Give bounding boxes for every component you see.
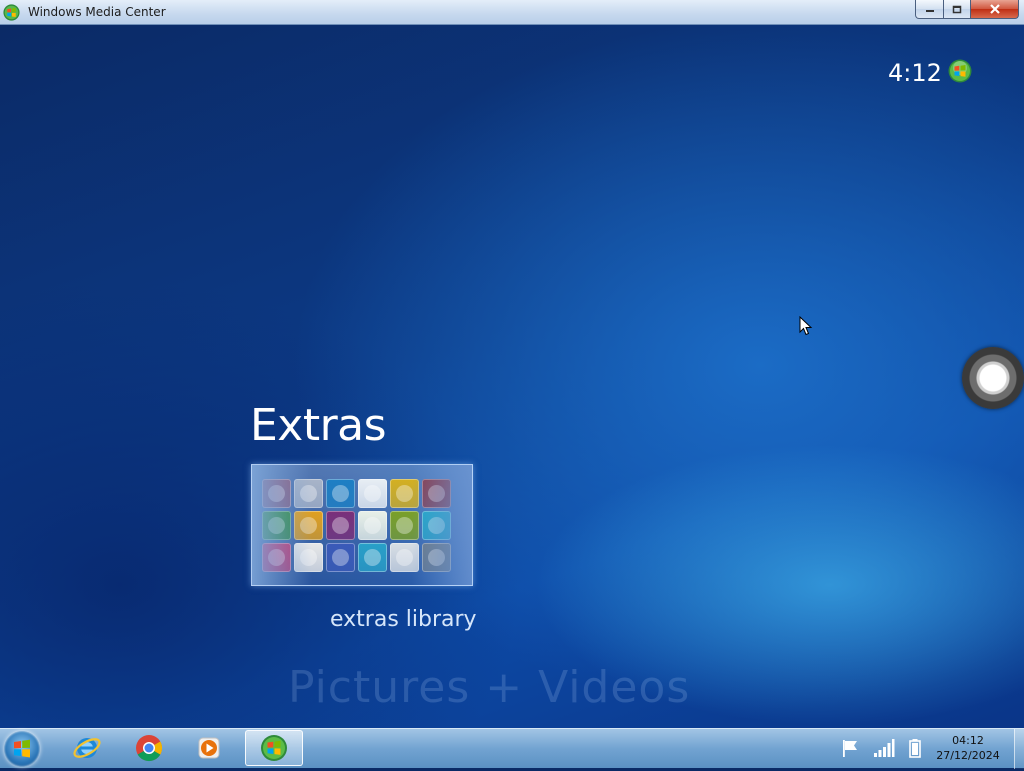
mouse-pointer-icon [799,316,813,336]
maximize-button[interactable] [944,0,971,19]
next-category-pictures-videos[interactable]: Pictures + Videos [288,662,690,706]
network-signal-icon[interactable] [873,738,895,758]
windows-media-center-icon [261,735,287,761]
close-button[interactable] [971,0,1019,19]
extras-app-thumbnail [358,511,387,540]
extras-library-tile[interactable] [251,464,473,586]
system-time: 04:12 [952,734,984,747]
media-center-clock: 4:12 [888,59,942,87]
action-center-flag-icon[interactable] [840,738,860,758]
extras-app-thumbnail [326,543,355,572]
minimize-icon [925,10,934,12]
taskbar: 04:12 27/12/2024 [0,728,1024,769]
extras-app-thumbnail [358,479,387,508]
extras-library-label: extras library [330,607,477,632]
taskbar-media-center-button[interactable] [245,730,303,766]
notification-area [840,738,922,758]
show-desktop-button[interactable] [1014,729,1024,769]
system-clock[interactable]: 04:12 27/12/2024 [928,733,1008,763]
start-button[interactable] [4,731,40,767]
media-center-start-orb-icon[interactable] [948,59,972,83]
taskbar-chrome-button[interactable] [120,730,178,766]
close-icon [989,4,1000,14]
window-title: Windows Media Center [28,5,166,19]
category-title: Extras [250,400,387,451]
tile-fade-right [412,465,472,585]
windows-media-player-icon [198,737,220,759]
taskbar-media-player-button[interactable] [180,730,238,766]
taskbar-internet-explorer-button[interactable] [58,730,116,766]
extras-app-thumbnail [358,543,387,572]
media-center-start-menu: 4:12 Extras extras library Pictures + Vi… [0,25,1024,728]
system-date: 27/12/2024 [936,749,1000,762]
windows-media-center-logo-icon [3,4,20,21]
windows-logo-icon [14,739,30,758]
restore-icon [952,5,962,13]
window-title-bar[interactable]: Windows Media Center [0,0,1024,25]
tile-fade-left [252,465,312,585]
extras-app-thumbnail [326,479,355,508]
google-chrome-icon [136,735,163,762]
internet-explorer-icon [73,738,101,758]
touch-pointer-button[interactable] [962,347,1024,409]
window-controls [915,0,1019,20]
battery-icon[interactable] [908,738,922,758]
extras-app-thumbnail [326,511,355,540]
minimize-button[interactable] [915,0,944,19]
